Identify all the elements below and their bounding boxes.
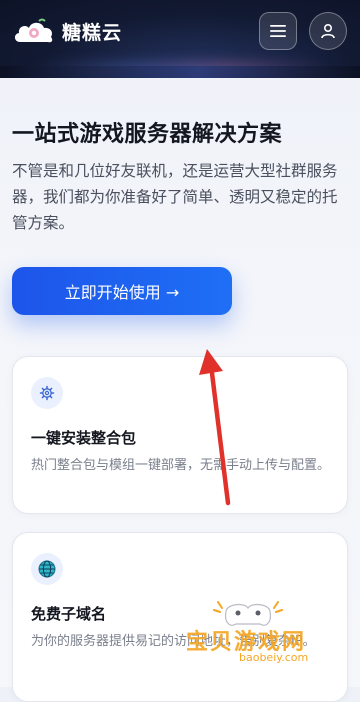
feature-description: 热门整合包与模组一键部署，无需手动上传与配置。 xyxy=(31,458,331,473)
globe-icon xyxy=(31,553,63,585)
hero-description: 不管是和几位好友联机，还是运营大型社群服务器，我们都为你准备好了简单、透明又稳定… xyxy=(12,162,338,232)
brand-name[interactable]: 糖糕云 xyxy=(62,18,122,45)
top-navbar: 糖糕云 xyxy=(0,0,360,78)
annotation-arrow xyxy=(199,349,231,506)
user-icon xyxy=(321,23,335,39)
user-account-button[interactable] xyxy=(309,12,347,50)
feature-title: 一键安装整合包 xyxy=(31,429,137,447)
gear-icon xyxy=(31,377,63,409)
menu-button[interactable] xyxy=(259,12,297,50)
page-title: 一站式游戏服务器解决方案 xyxy=(12,122,283,147)
header-horizon xyxy=(0,66,360,78)
watermark-url: baobeiy.com xyxy=(236,651,312,664)
hamburger-icon xyxy=(270,25,286,37)
start-now-button[interactable]: 立即开始使用 → xyxy=(12,267,232,315)
feature-card-modpack[interactable]: 一键安装整合包 热门整合包与模组一键部署，无需手动上传与配置。 xyxy=(12,356,348,514)
cloud-logo-icon[interactable] xyxy=(12,16,56,46)
feature-title: 免费子域名 xyxy=(31,605,107,623)
